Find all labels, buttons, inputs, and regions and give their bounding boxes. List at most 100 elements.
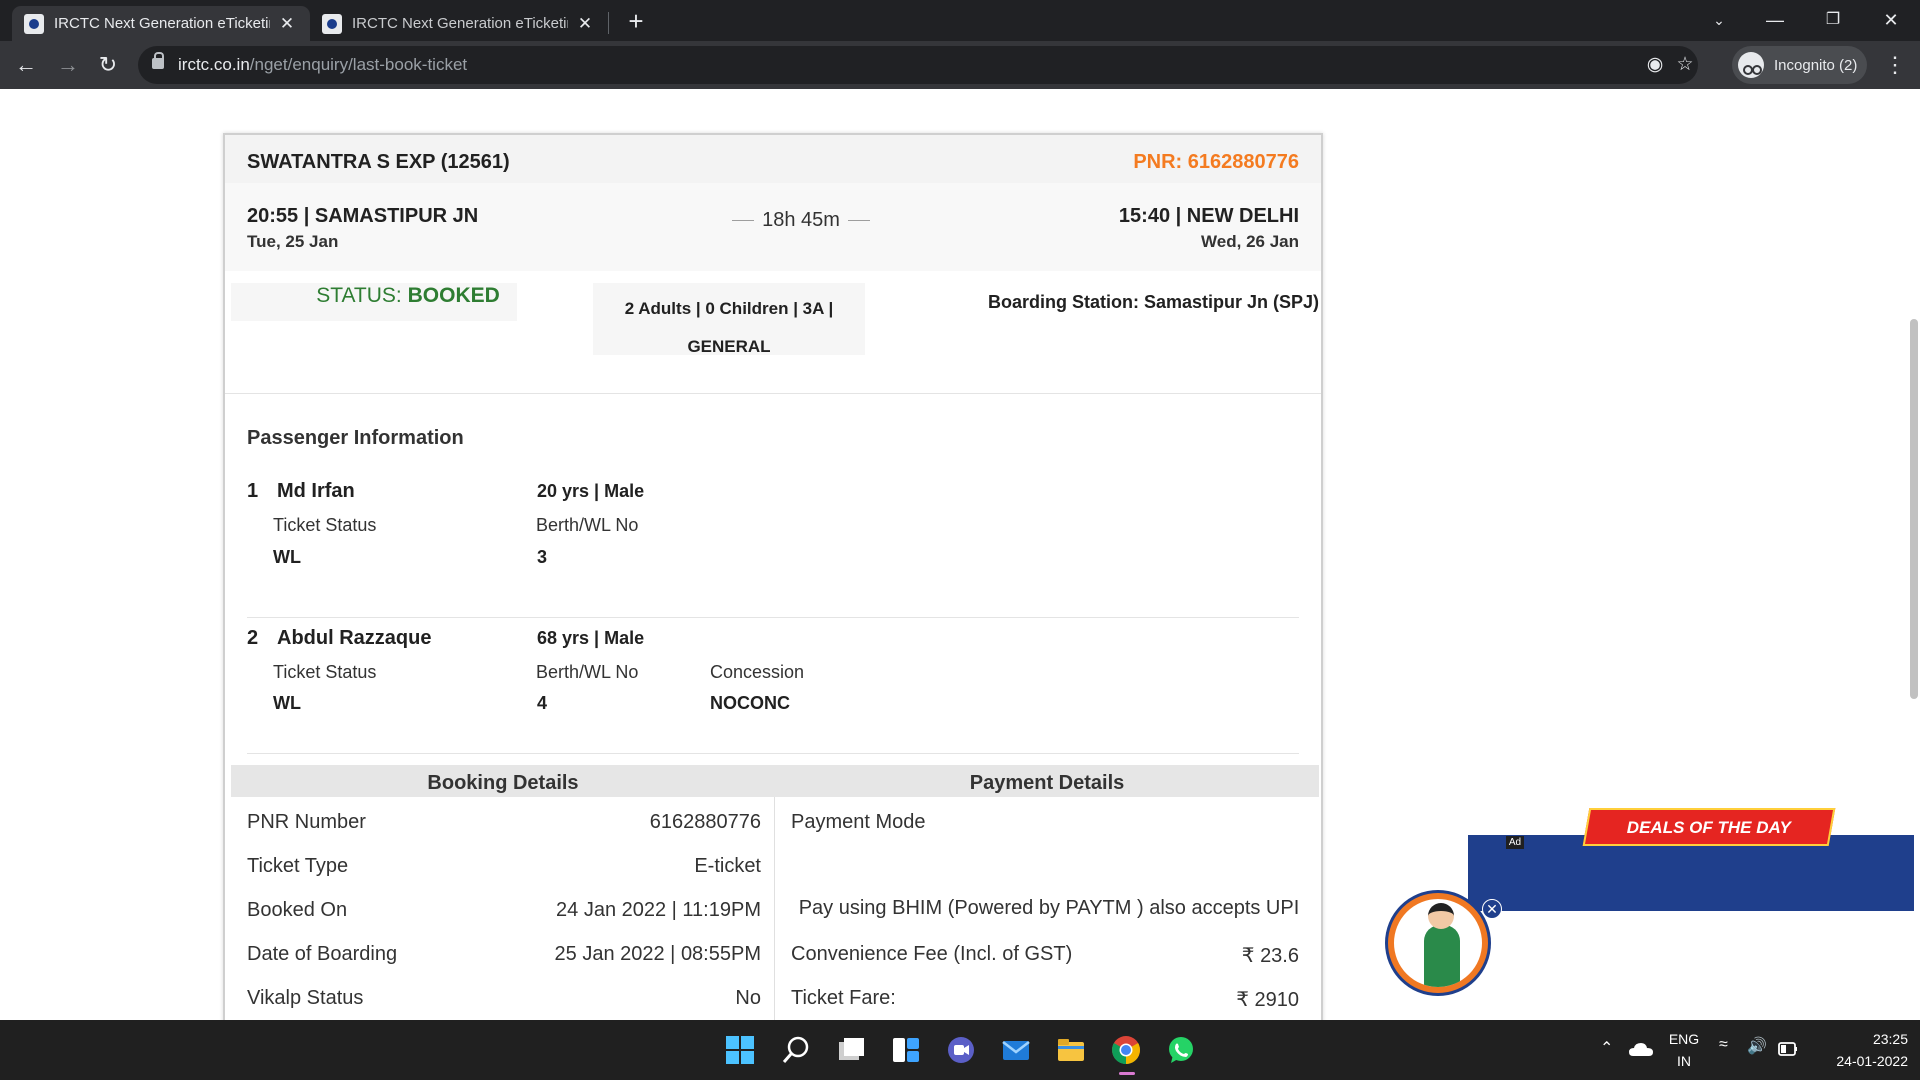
berth-label: Berth/WL No — [536, 515, 639, 535]
tab-search-chevron-icon[interactable]: ⌄ — [1696, 4, 1742, 36]
berth-value: 4 — [537, 693, 548, 713]
ticket-status-label: Ticket Status — [273, 515, 377, 535]
pnr-number-value: 6162880776 — [649, 811, 761, 833]
class-info: 2 Adults | 0 Children | 3A | GENERAL — [593, 290, 865, 366]
address-bar[interactable]: irctc.co.in/nget/enquiry/last-book-ticke… — [138, 46, 1698, 84]
tab-inactive[interactable]: IRCTC Next Generation eTicketing ✕ — [310, 6, 608, 41]
forward-icon[interactable]: → — [50, 47, 86, 83]
menu-dots-icon[interactable]: ⋮ — [1880, 47, 1910, 83]
chrome-icon[interactable] — [1110, 1034, 1142, 1066]
ticket-status-label: Ticket Status — [273, 662, 377, 682]
file-explorer-icon[interactable] — [1055, 1034, 1087, 1066]
clock-time: 23:25 — [1872, 1031, 1908, 1047]
widgets-icon[interactable] — [890, 1034, 922, 1066]
tab-close-icon[interactable]: ✕ — [276, 14, 298, 34]
battery-icon[interactable] — [1777, 1038, 1799, 1060]
vikalp-status-label: Vikalp Status — [247, 987, 364, 1009]
departure-time-station: 20:55 | SAMASTIPUR JN — [247, 205, 479, 227]
ticket-header: SWATANTRA S EXP (12561) PNR: 6162880776 — [225, 135, 1321, 183]
system-clock[interactable]: 23:25 24-01-2022 — [1812, 1028, 1908, 1072]
concession-value: NOCONC — [710, 693, 790, 713]
boarding-date-value: 25 Jan 2022 | 08:55PM — [554, 943, 761, 965]
input-language[interactable]: ENG IN — [1664, 1028, 1704, 1072]
lock-icon[interactable] — [152, 52, 164, 69]
ad-banner[interactable] — [1468, 835, 1914, 911]
ticket-status-value: WL — [273, 693, 301, 713]
arrival-time-station: 15:40 | NEW DELHI — [1118, 205, 1299, 227]
divider — [225, 393, 1321, 394]
class-line-1: 2 Adults | 0 Children | 3A | — [624, 299, 834, 318]
column-separator — [774, 797, 775, 1020]
convenience-fee-value: ₹ 23.6 — [1241, 945, 1299, 967]
ad-headline: DEALS OF THE DAY — [1626, 818, 1791, 837]
onedrive-cloud-icon[interactable] — [1627, 1036, 1655, 1064]
mail-icon[interactable] — [1000, 1034, 1032, 1066]
bookmark-star-icon[interactable]: ☆ — [1674, 54, 1696, 76]
booking-status: STATUS: BOOKED — [225, 284, 591, 308]
tab-active[interactable]: IRCTC Next Generation eTicketing ✕ — [12, 6, 310, 41]
berth-label: Berth/WL No — [536, 662, 639, 682]
tracking-eye-off-icon[interactable]: ◉ — [1644, 54, 1666, 76]
tab-title: IRCTC Next Generation eTicketing — [54, 15, 270, 32]
passenger-number: 2 — [247, 627, 259, 649]
arrival-date: Wed, 26 Jan — [1201, 232, 1299, 251]
dash — [732, 220, 755, 222]
ad-close-icon[interactable]: ✕ — [1482, 899, 1502, 919]
ad-figure-head — [1428, 903, 1454, 929]
window-close-icon[interactable]: ✕ — [1868, 4, 1914, 36]
booking-details-title: Booking Details — [427, 772, 579, 794]
clock-date: 24-01-2022 — [1836, 1053, 1908, 1069]
passenger-info-title: Passenger Information — [247, 427, 464, 449]
vikalp-status-value: No — [735, 987, 761, 1009]
show-hidden-icons-chevron-icon[interactable]: ⌃ — [1600, 1038, 1613, 1058]
reload-icon[interactable]: ↻ — [90, 47, 126, 83]
payment-details-title: Payment Details — [969, 772, 1125, 794]
incognito-icon — [1738, 52, 1764, 78]
new-tab-icon[interactable]: + — [622, 8, 650, 36]
windows-start-icon[interactable] — [724, 1034, 756, 1066]
tab-strip: IRCTC Next Generation eTicketing ✕ IRCTC… — [0, 0, 1920, 41]
active-app-indicator — [1119, 1072, 1135, 1075]
search-icon[interactable] — [780, 1034, 812, 1066]
page-scrollbar[interactable] — [1910, 319, 1918, 699]
task-view-icon[interactable] — [835, 1034, 867, 1066]
boarding-date-label: Date of Boarding — [247, 943, 398, 965]
windows-taskbar: ⌃ ENG IN ≈ 🔊 23:25 24-01-2022 — [0, 1020, 1920, 1080]
language-code: ENG — [1668, 1031, 1700, 1047]
ticket-type-label: Ticket Type — [247, 855, 349, 877]
restore-icon[interactable]: ❐ — [1810, 4, 1856, 36]
booked-on-label: Booked On — [247, 899, 348, 921]
pnr-header: PNR: 6162880776 — [1133, 151, 1299, 173]
status-label: STATUS: — [316, 284, 408, 307]
ticket-status-value: WL — [273, 547, 301, 567]
passenger-number: 1 — [247, 480, 259, 502]
ad-mascot-image[interactable] — [1388, 893, 1488, 993]
ticket-fare-value: ₹ 2910 — [1236, 989, 1299, 1011]
ticket-card: SWATANTRA S EXP (12561) PNR: 6162880776 … — [223, 133, 1323, 1020]
teams-chat-icon[interactable] — [945, 1034, 977, 1066]
url-text[interactable]: irctc.co.in/nget/enquiry/last-book-ticke… — [178, 55, 467, 75]
passenger-name: Abdul Razzaque — [277, 627, 432, 649]
passenger-name: Md Irfan — [277, 480, 355, 502]
tab-close-icon[interactable]: ✕ — [574, 14, 596, 34]
wifi-icon[interactable]: ≈ — [1719, 1036, 1728, 1054]
volume-icon[interactable]: 🔊 — [1747, 1036, 1767, 1056]
minimize-icon[interactable]: — — [1752, 4, 1798, 36]
incognito-profile-button[interactable]: Incognito (2) — [1732, 46, 1867, 84]
class-line-2: GENERAL — [687, 337, 771, 356]
journey-summary: 20:55 | SAMASTIPUR JN Tue, 25 Jan 18h 45… — [225, 183, 1321, 271]
ad-deals-ribbon[interactable]: DEALS OF THE DAY — [1582, 808, 1836, 846]
berth-value: 3 — [537, 547, 548, 567]
url-path: /nget/enquiry/last-book-ticket — [249, 55, 468, 74]
back-icon[interactable]: ← — [8, 47, 44, 83]
duration-value: 18h 45m — [762, 209, 840, 231]
convenience-fee-label: Convenience Fee (Incl. of GST) — [791, 943, 1073, 965]
payment-mode-description: Pay using BHIM (Powered by PAYTM ) also … — [798, 897, 1300, 919]
divider — [247, 753, 1299, 754]
incognito-label: Incognito (2) — [1774, 56, 1858, 74]
url-host: irctc.co.in — [178, 55, 250, 74]
whatsapp-icon[interactable] — [1165, 1034, 1197, 1066]
irctc-favicon-icon — [322, 13, 342, 34]
browser-toolbar: ← → ↻ irctc.co.in/nget/enquiry/last-book… — [0, 41, 1920, 89]
tab-separator — [608, 12, 609, 34]
